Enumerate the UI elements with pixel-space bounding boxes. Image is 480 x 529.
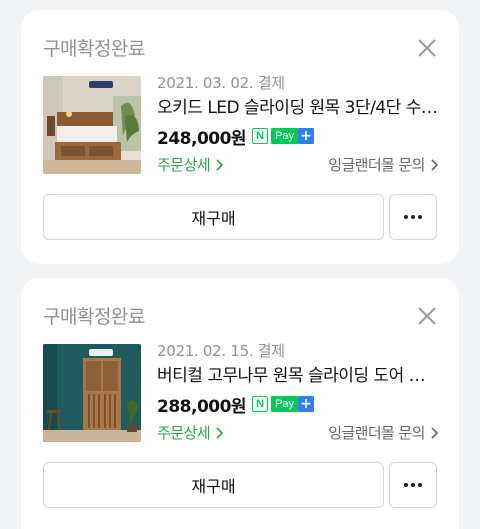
more-options-button[interactable] [389, 194, 437, 240]
close-icon[interactable] [417, 38, 437, 58]
payment-date: 2021. 02. 15. 결제 [157, 342, 285, 360]
price-row: 248,000원 N Pay + [157, 122, 447, 150]
product-title[interactable]: 오키드 LED 슬라이딩 원목 3단/4단 수납침대 [157, 94, 439, 122]
npay-n-icon: N [252, 396, 269, 412]
seller-inquiry-link[interactable]: 잉글랜더몰 문의 [328, 422, 439, 443]
product-title[interactable]: 버티컬 고무나무 원목 슬라이딩 도어 수납장 [157, 362, 439, 390]
npay-plus-icon: + [298, 128, 315, 144]
price-row: 288,000원 N Pay + [157, 390, 447, 418]
close-icon[interactable] [417, 306, 437, 326]
npay-badge: N Pay + [252, 395, 315, 413]
seller-inquiry-label: 잉글랜더몰 문의 [328, 155, 425, 174]
chevron-right-icon [216, 426, 224, 439]
order-info: 2021. 02. 15. 결제 버티컬 고무나무 원목 슬라이딩 도어 수납장… [157, 340, 447, 446]
order-card: 구매확정완료 2021. 02. 15. 결제 버티컬 고무나무 원목 슬라이딩… [21, 278, 459, 529]
cabinet-product-thumbnail[interactable] [43, 344, 141, 442]
more-options-button[interactable] [389, 462, 437, 508]
seller-inquiry-label: 잉글랜더몰 문의 [328, 423, 425, 442]
npay-pay-label: Pay [271, 396, 299, 412]
chevron-right-icon [431, 426, 439, 439]
order-detail-label: 주문상세 [157, 423, 211, 442]
order-status: 구매확정완료 [43, 306, 145, 328]
chevron-right-icon [431, 158, 439, 171]
payment-date: 2021. 03. 02. 결제 [157, 74, 285, 92]
npay-pay-label: Pay [271, 128, 299, 144]
order-links: 주문상세 잉글랜더몰 문의 [157, 150, 439, 178]
rebuy-button[interactable]: 재구매 [43, 194, 384, 240]
npay-badge: N Pay + [252, 127, 315, 145]
price: 288,000원 [157, 396, 247, 417]
order-links: 주문상세 잉글랜더몰 문의 [157, 418, 439, 446]
npay-plus-icon: + [298, 396, 315, 412]
order-card: 구매확정완료 2021. 03. 02. 결제 오키드 LED 슬라이딩 원목 … [21, 10, 459, 264]
order-detail-link[interactable]: 주문상세 [157, 154, 224, 175]
more-dots-icon [404, 483, 422, 487]
seller-inquiry-link[interactable]: 잉글랜더몰 문의 [328, 154, 439, 175]
price: 248,000원 [157, 128, 247, 149]
order-info: 2021. 03. 02. 결제 오키드 LED 슬라이딩 원목 3단/4단 수… [157, 72, 447, 178]
order-detail-link[interactable]: 주문상세 [157, 422, 224, 443]
order-detail-label: 주문상세 [157, 155, 211, 174]
rebuy-button[interactable]: 재구매 [43, 462, 384, 508]
more-dots-icon [404, 215, 422, 219]
npay-n-icon: N [252, 128, 269, 144]
order-status: 구매확정완료 [43, 38, 145, 60]
bed-product-thumbnail[interactable] [43, 76, 141, 174]
chevron-right-icon [216, 158, 224, 171]
